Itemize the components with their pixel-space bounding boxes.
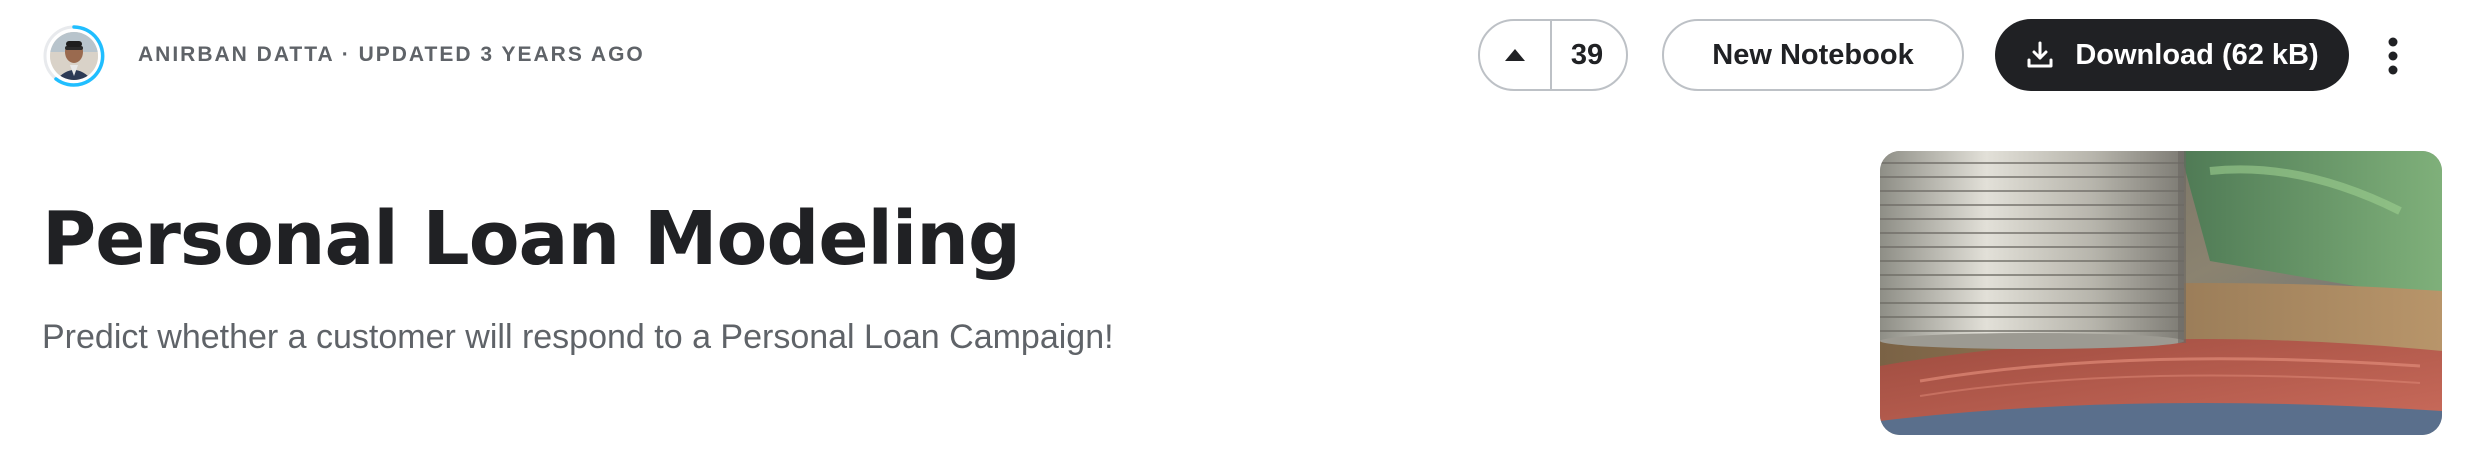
avatar-photo [50, 32, 98, 80]
dataset-header-page: Anirban Datta · Updated 3 years ago 39 N… [0, 0, 2466, 458]
dataset-subtitle: Predict whether a customer will respond … [42, 318, 1114, 356]
more-options-button[interactable] [2378, 26, 2408, 86]
download-label: Download (62 kB) [2075, 38, 2319, 71]
upvote-widget: 39 [1478, 19, 1628, 91]
download-button[interactable]: Download (62 kB) [1995, 19, 2349, 91]
new-notebook-button[interactable]: New Notebook [1662, 19, 1964, 91]
download-icon [2025, 40, 2055, 70]
upvote-count: 39 [1570, 38, 1604, 71]
author-byline[interactable]: Anirban Datta · Updated 3 years ago [138, 43, 645, 67]
dataset-cover-image [1880, 151, 2442, 435]
upvote-button[interactable] [1480, 21, 1552, 89]
author-avatar[interactable] [42, 24, 106, 88]
kebab-menu-icon [2388, 37, 2398, 75]
dataset-title: Personal Loan Modeling [42, 196, 1021, 282]
upvote-arrow-icon [1505, 49, 1525, 61]
